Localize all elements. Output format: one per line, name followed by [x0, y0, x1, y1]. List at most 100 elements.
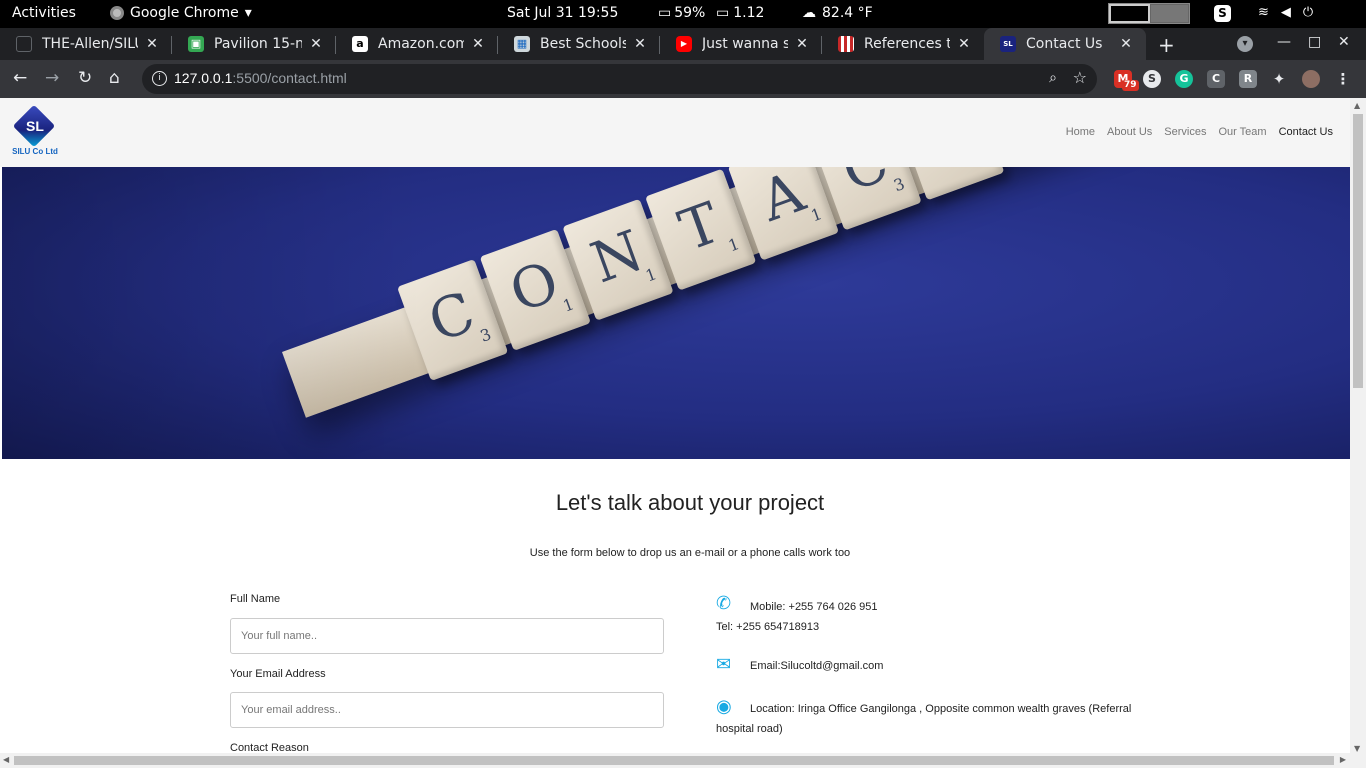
- email-input[interactable]: [230, 692, 664, 728]
- maximize-button[interactable]: □: [1308, 34, 1321, 50]
- nav-our-team[interactable]: Our Team: [1218, 126, 1266, 138]
- close-icon[interactable]: ✕: [794, 36, 810, 52]
- clock[interactable]: Sat Jul 31 19:55: [507, 5, 618, 21]
- contact-reason-label: Contact Reason: [230, 742, 309, 753]
- github-icon: [16, 36, 32, 52]
- workspace-switcher[interactable]: [1108, 3, 1190, 24]
- chrome-icon: [110, 6, 124, 20]
- info-icon[interactable]: i: [152, 71, 167, 86]
- monitor-icon: ▭: [716, 5, 730, 21]
- app-menu[interactable]: Google Chrome ▾: [110, 5, 252, 21]
- bookmark-star-icon[interactable]: ☆: [1073, 68, 1087, 87]
- load-value: 1.12: [733, 5, 765, 21]
- weather-indicator[interactable]: ☁ 82.4 °F: [802, 5, 873, 21]
- close-icon[interactable]: ✕: [956, 36, 972, 52]
- url-text[interactable]: 127.0.0.1:5500/contact.html: [174, 70, 347, 86]
- scroll-right-arrow-icon[interactable]: ▶: [1340, 755, 1346, 764]
- logo-initials: SL: [26, 118, 44, 134]
- school-icon: ▦: [514, 36, 530, 52]
- gmail-extension-icon[interactable]: M 79: [1114, 70, 1139, 91]
- full-name-input[interactable]: [230, 618, 664, 654]
- nav-about-us[interactable]: About Us: [1107, 126, 1152, 138]
- minimize-button[interactable]: —: [1277, 34, 1291, 50]
- power-icon: ⏻: [1302, 5, 1314, 20]
- s-extension-icon[interactable]: S: [1143, 70, 1161, 88]
- wifi-icon: ≋: [1258, 5, 1269, 20]
- email-info: Email:Silucoltd@gmail.com: [716, 656, 883, 676]
- skype-tray-icon[interactable]: S: [1214, 5, 1231, 22]
- nav-services[interactable]: Services: [1164, 126, 1206, 138]
- scroll-up-arrow-icon[interactable]: ▲: [1354, 101, 1360, 110]
- battery-percent: 59%: [674, 5, 706, 21]
- location-line-1: Location: Iringa Office Gangilonga , Opp…: [750, 703, 1132, 715]
- letter-tiles: C3 O1 N1 T1 A1 C3 T1: [397, 167, 1005, 381]
- hero-banner-image: C3 O1 N1 T1 A1 C3 T1: [2, 167, 1350, 459]
- youtube-icon: ▶: [676, 36, 692, 52]
- tab-title: Pavilion 15-n2: [214, 36, 302, 52]
- tel-number: Tel: +255 654718913: [716, 621, 820, 633]
- email-address[interactable]: Email:Silucoltd@gmail.com: [716, 656, 883, 676]
- system-load-indicator[interactable]: ▭ 1.12: [716, 5, 764, 21]
- chrome-menu-icon[interactable]: ⋮: [1334, 70, 1352, 88]
- tab-youtube[interactable]: ▶ Just wanna st ✕: [660, 28, 822, 60]
- silu-icon: SL: [1000, 36, 1016, 52]
- app-name: Google Chrome: [130, 5, 239, 21]
- close-icon[interactable]: ✕: [308, 36, 324, 52]
- forward-arrow-icon[interactable]: →: [45, 68, 59, 88]
- full-name-label: Full Name: [230, 593, 281, 605]
- site-header: SL SILU Co Ltd Home About Us Services Ou…: [0, 98, 1350, 167]
- reload-icon[interactable]: ↻: [78, 68, 92, 88]
- location-line-2: hospital road): [716, 723, 783, 735]
- section-subtitle: Use the form below to drop us an e-mail …: [529, 547, 851, 559]
- profile-avatar[interactable]: [1302, 70, 1320, 88]
- tab-title: Best Schools In: [540, 36, 626, 52]
- nav-home[interactable]: Home: [1066, 126, 1095, 138]
- scroll-left-arrow-icon[interactable]: ◀: [3, 755, 9, 764]
- grammarly-icon[interactable]: G: [1175, 70, 1193, 88]
- activities-button[interactable]: Activities: [12, 5, 76, 21]
- nav-contact-us[interactable]: Contact Us: [1279, 126, 1333, 138]
- new-tab-button[interactable]: +: [1158, 33, 1175, 57]
- workspace-2[interactable]: [1150, 4, 1189, 23]
- site-logo[interactable]: SL SILU Co Ltd: [12, 104, 58, 157]
- section-title: Let's talk about your project: [555, 490, 825, 515]
- battery-icon: ▭: [658, 5, 672, 21]
- close-icon[interactable]: ✕: [1118, 36, 1134, 52]
- close-window-button[interactable]: ✕: [1338, 34, 1350, 50]
- close-icon[interactable]: ✕: [632, 36, 648, 52]
- home-icon[interactable]: ⌂: [109, 68, 120, 88]
- amazon-icon: a: [352, 36, 368, 52]
- logo-caption: SILU Co Ltd: [12, 147, 58, 156]
- horizontal-scrollbar[interactable]: ◀ ▶: [0, 753, 1366, 768]
- tab-github[interactable]: THE-Allen/SILU ✕: [0, 28, 172, 60]
- main-nav: Home About Us Services Our Team Contact …: [1066, 126, 1333, 138]
- tab-best-schools[interactable]: ▦ Best Schools In ✕: [498, 28, 660, 60]
- battery-indicator[interactable]: ▭ 59%: [658, 5, 705, 21]
- email-label: Your Email Address: [230, 668, 326, 680]
- vertical-scrollbar[interactable]: ▲ ▼: [1350, 98, 1366, 755]
- tab-strip: THE-Allen/SILU ✕ ▣ Pavilion 15-n2 ✕ a Am…: [0, 28, 1366, 60]
- back-arrow-icon[interactable]: ←: [13, 68, 27, 88]
- tab-contact-us[interactable]: SL Contact Us ✕: [984, 28, 1146, 60]
- phone-info: Mobile: +255 764 026 951 Tel: +255 65471…: [716, 597, 878, 637]
- workspace-1[interactable]: [1109, 4, 1150, 23]
- tab-search-icon[interactable]: ▾: [1237, 36, 1253, 52]
- scrollbar-thumb[interactable]: [14, 756, 1334, 765]
- page-viewport: SL SILU Co Ltd Home About Us Services Ou…: [0, 98, 1350, 753]
- volume-icon: ◀: [1280, 5, 1291, 20]
- c-extension-icon[interactable]: C: [1207, 70, 1225, 88]
- r-extension-icon[interactable]: R: [1239, 70, 1257, 88]
- scrollbar-thumb[interactable]: [1353, 114, 1363, 388]
- tab-amazon[interactable]: a Amazon.com : ✕: [336, 28, 498, 60]
- system-tray[interactable]: ≋ ◀ ⏻: [1258, 5, 1313, 20]
- zoom-icon[interactable]: ⌕: [1049, 70, 1057, 86]
- address-bar[interactable]: i 127.0.0.1:5500/contact.html ⌕ ☆: [142, 64, 1097, 94]
- system-top-bar: Activities Google Chrome ▾ Sat Jul 31 19…: [0, 0, 1366, 28]
- scroll-down-arrow-icon[interactable]: ▼: [1354, 744, 1360, 753]
- tab-references[interactable]: References to ✕: [822, 28, 984, 60]
- puzzle-extensions-icon[interactable]: ✦: [1270, 70, 1288, 88]
- tab-title: Just wanna st: [702, 36, 788, 52]
- close-icon[interactable]: ✕: [144, 36, 160, 52]
- tab-pavilion[interactable]: ▣ Pavilion 15-n2 ✕: [172, 28, 336, 60]
- close-icon[interactable]: ✕: [470, 36, 486, 52]
